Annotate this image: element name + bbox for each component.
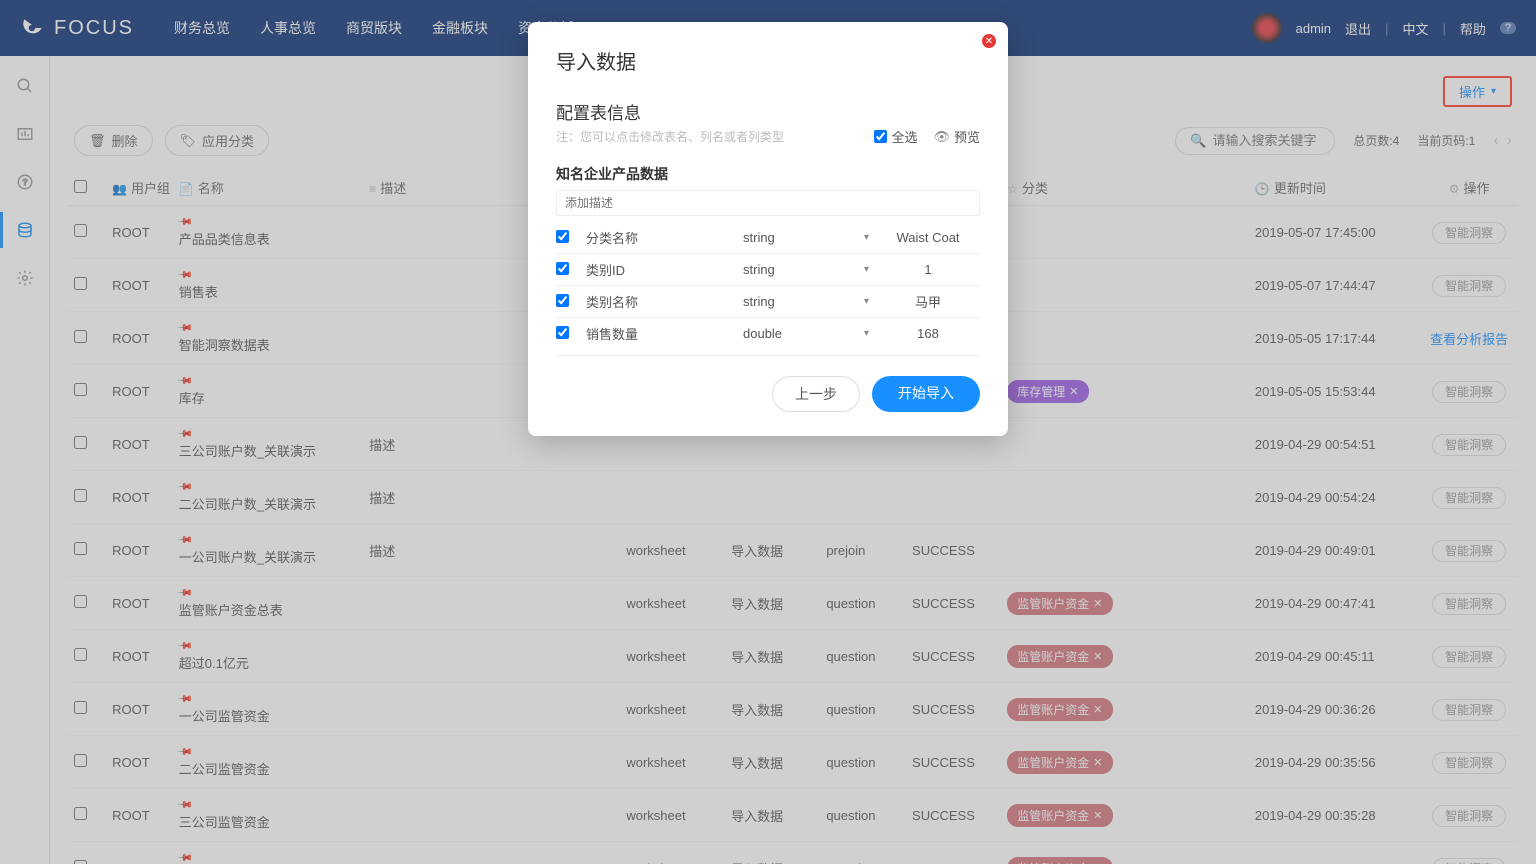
chevron-down-icon: ▾ xyxy=(864,264,869,275)
select-all-checkbox[interactable] xyxy=(874,130,887,143)
config-col-sample: 1 xyxy=(876,262,980,277)
config-col-sample: 168 xyxy=(876,326,980,341)
config-desc-input[interactable] xyxy=(556,190,980,216)
config-col-checkbox[interactable] xyxy=(556,326,569,339)
config-col-checkbox[interactable] xyxy=(556,230,569,243)
preview-label: 预览 xyxy=(954,127,980,146)
config-table-name[interactable]: 知名企业产品数据 xyxy=(556,164,980,184)
config-row: 分类名称 string▾ Waist Coat xyxy=(556,222,980,254)
close-icon[interactable]: ✕ xyxy=(982,34,996,48)
modal-subtitle: 配置表信息 xyxy=(556,99,980,124)
preview-option[interactable]: 👁预览 xyxy=(933,127,980,146)
config-col-name[interactable]: 销售数量 xyxy=(586,324,736,343)
config-row: 类别名称 string▾ 马甲 xyxy=(556,286,980,318)
config-col-name[interactable]: 类别ID xyxy=(586,260,736,279)
config-row: 类别ID string▾ 1 xyxy=(556,254,980,286)
config-col-sample: 马甲 xyxy=(876,292,980,311)
import-modal: ✕ 导入数据 配置表信息 注：您可以点击修改表名、列名或者列类型 全选 👁预览 … xyxy=(528,22,1008,436)
modal-title: 导入数据 xyxy=(556,46,980,75)
config-row: 销售数量 double▾ 168 xyxy=(556,318,980,349)
config-col-type[interactable]: string▾ xyxy=(736,291,876,312)
config-col-name[interactable]: 分类名称 xyxy=(586,228,736,247)
config-col-checkbox[interactable] xyxy=(556,294,569,307)
select-all-option[interactable]: 全选 xyxy=(874,127,917,146)
config-col-type[interactable]: string▾ xyxy=(736,259,876,280)
eye-icon: 👁 xyxy=(933,129,950,145)
config-col-type[interactable]: string▾ xyxy=(736,227,876,248)
config-col-name[interactable]: 类别名称 xyxy=(586,292,736,311)
chevron-down-icon: ▾ xyxy=(864,296,869,307)
start-import-button[interactable]: 开始导入 xyxy=(872,376,980,412)
config-col-sample: Waist Coat xyxy=(876,230,980,245)
chevron-down-icon: ▾ xyxy=(864,232,869,243)
prev-step-button[interactable]: 上一步 xyxy=(772,376,860,412)
config-col-checkbox[interactable] xyxy=(556,262,569,275)
config-col-type[interactable]: double▾ xyxy=(736,323,876,344)
select-all-label: 全选 xyxy=(891,127,917,146)
chevron-down-icon: ▾ xyxy=(864,328,869,339)
